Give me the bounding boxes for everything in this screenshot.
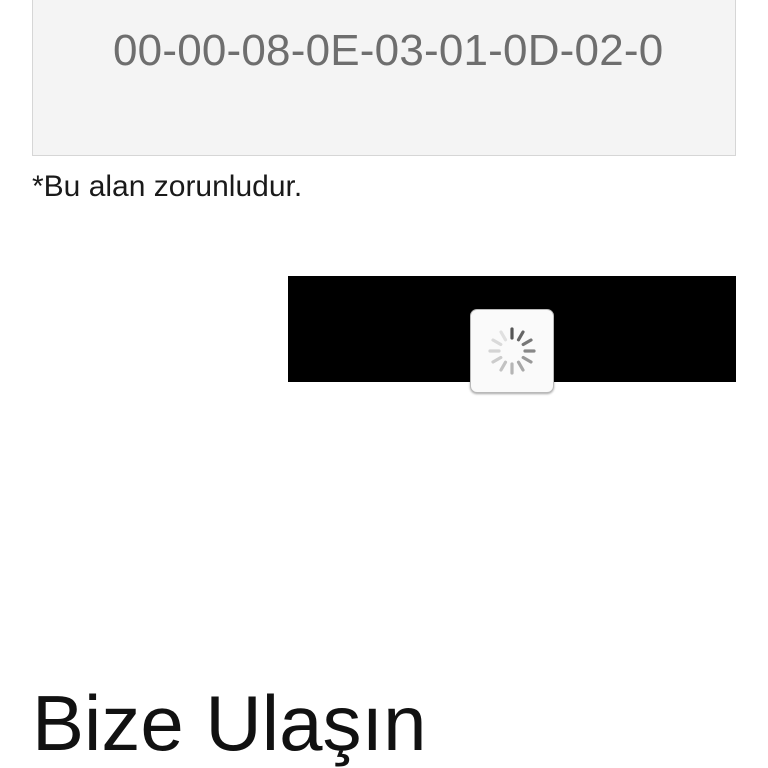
page: 00-00-08-0E-03-01-0D-02-0 *Bu alan zorun… [0, 0, 768, 768]
contact-section-title: Bize Ulaşın [32, 679, 427, 767]
serial-number-field[interactable]: 00-00-08-0E-03-01-0D-02-0 [32, 0, 736, 156]
loading-indicator [470, 309, 554, 393]
serial-number-value: 00-00-08-0E-03-01-0D-02-0 [113, 26, 664, 75]
required-field-note: *Bu alan zorunludur. [32, 170, 303, 203]
loading-spinner-icon [488, 327, 536, 375]
